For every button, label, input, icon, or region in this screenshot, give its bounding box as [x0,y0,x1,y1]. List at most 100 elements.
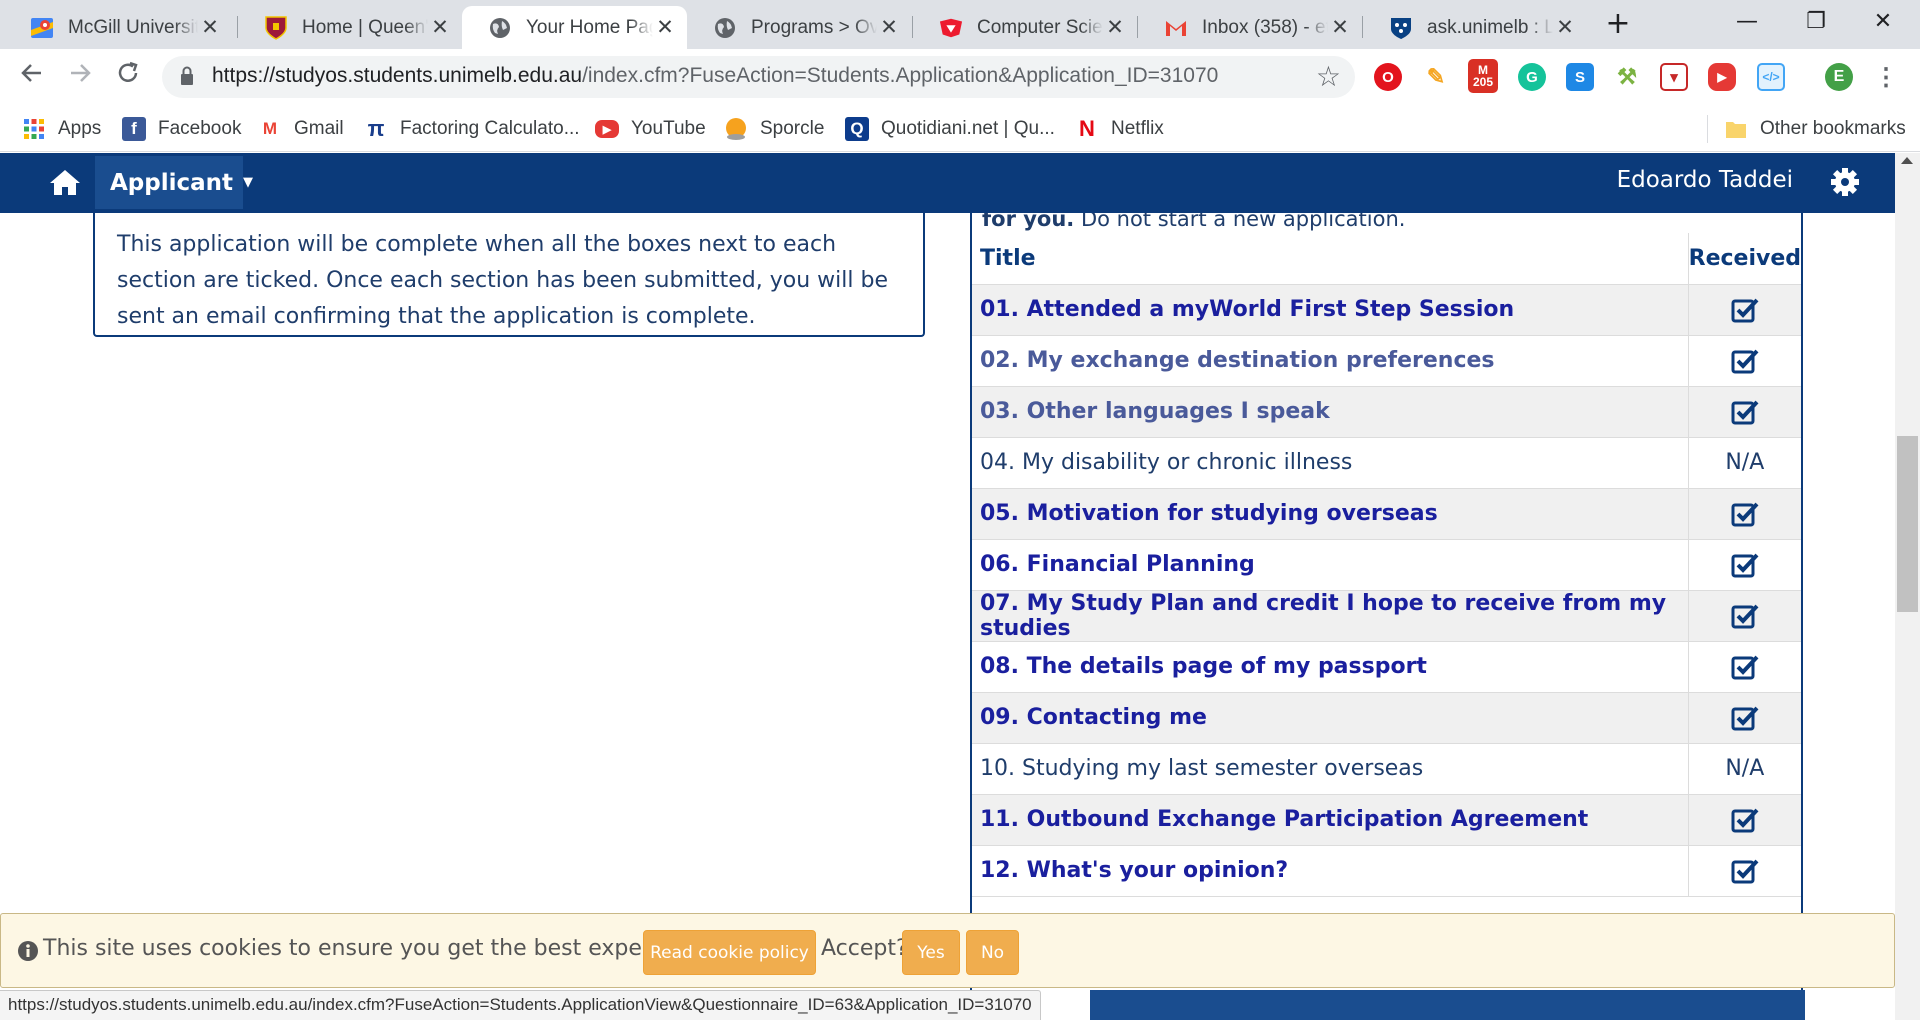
received-cell [1687,641,1801,693]
forward-button[interactable] [60,57,100,97]
application-sections-panel: for you. Do not start a new application.… [970,207,1803,1020]
new-tab-button[interactable]: + [1601,8,1635,42]
cookie-yes-button[interactable]: Yes [902,930,960,975]
section-link[interactable]: 01. Attended a myWorld First Step Sessio… [980,297,1514,322]
tab-mcgill[interactable]: McGill University ✕ [4,6,232,49]
bookmark-other[interactable]: Other bookmarks [1724,115,1906,143]
table-row: 05. Motivation for studying overseas [972,488,1801,540]
hammer-icon[interactable]: ⚒ [1613,63,1641,91]
section-link[interactable]: 02. My exchange destination preferences [980,348,1495,373]
bookmark-star-icon[interactable]: ☆ [1316,60,1341,93]
section-link[interactable]: 03. Other languages I speak [980,399,1330,424]
close-icon[interactable]: ✕ [1553,15,1577,40]
close-window-button[interactable]: ✕ [1853,4,1913,40]
section-link[interactable]: 05. Motivation for studying overseas [980,501,1438,526]
back-button[interactable] [12,57,52,97]
applicant-dropdown[interactable]: Applicant ▼ [95,156,253,209]
globe-icon [713,16,737,40]
more-menu-icon[interactable]: ⋮ [1872,63,1900,91]
youtube-extension-icon[interactable]: ▶ [1708,63,1736,91]
queens-crest-icon [264,15,288,40]
bookmark-sporcle[interactable]: Sporcle [724,115,824,143]
bookmark-label: Quotidiani.net | Qu... [881,118,1055,139]
column-header-title: Title [972,233,1689,285]
bookmark-label: Factoring Calculato... [400,118,580,139]
scrollbar-thumb[interactable] [1897,436,1918,612]
user-name[interactable]: Edoardo Taddei [1617,167,1793,193]
cookie-no-button[interactable]: No [966,930,1019,975]
checkbox-checked-icon [1730,295,1760,325]
minimize-button[interactable]: — [1717,4,1777,40]
tab-programs[interactable]: Programs > Overview ✕ [687,6,911,49]
apps-grid-icon [22,117,46,141]
tab-title: Computer Science [977,16,1103,38]
page-scrollbar[interactable] [1895,153,1920,1020]
section-link[interactable]: 08. The details page of my passport [980,654,1427,679]
section-title: 10. Studying my last semester overseas [980,756,1424,781]
tab-strip: McGill University ✕ Home | Queen's ✕ You… [0,0,1920,49]
scroll-up-arrow-icon[interactable] [1901,157,1913,164]
bookmark-netflix[interactable]: N Netflix [1075,115,1164,143]
bookmark-facebook[interactable]: f Facebook [122,115,241,143]
restore-button[interactable]: ❐ [1786,4,1846,40]
close-icon[interactable]: ✕ [1328,15,1352,40]
bookmark-youtube[interactable]: ▶ YouTube [595,115,706,143]
close-icon[interactable]: ✕ [1103,15,1127,40]
received-cell [1687,845,1801,897]
tab-title: Your Home Page [526,16,653,38]
address-bar[interactable]: https://studyos.students.unimelb.edu.au/… [162,56,1355,98]
section-title-cell: 06. Financial Planning [972,539,1689,591]
reload-button[interactable] [108,57,148,97]
close-icon[interactable]: ✕ [653,15,677,40]
sections-table: Title Received 01. Attended a myWorld Fi… [972,233,1801,897]
url-path: /index.cfm?FuseAction=Students.Applicati… [582,64,1219,87]
section-title-cell: 11. Outbound Exchange Participation Agre… [972,794,1689,846]
section-link[interactable]: 07. My Study Plan and credit I hope to r… [980,591,1666,641]
checkbox-checked-icon [1730,550,1760,580]
tab-queens[interactable]: Home | Queen's ✕ [238,6,462,49]
opera-vpn-icon[interactable]: O [1374,63,1402,91]
profile-avatar[interactable]: E [1825,63,1853,91]
tab-computer-science[interactable]: Computer Science ✕ [913,6,1137,49]
table-row: 01. Attended a myWorld First Step Sessio… [972,284,1801,336]
settings-button[interactable] [1830,167,1860,197]
close-icon[interactable]: ✕ [198,15,222,40]
tab-home-page[interactable]: Your Home Page ✕ [462,6,687,49]
unimelb-crest-icon [1389,16,1413,40]
section-link[interactable]: 12. What's your opinion? [980,858,1288,883]
bookmark-factoring-calculator[interactable]: π Factoring Calculato... [364,115,580,143]
close-icon[interactable]: ✕ [877,15,901,40]
bookmark-quotidiani[interactable]: Q Quotidiani.net | Qu... [845,115,1055,143]
tab-title: ask.unimelb : Live [1427,16,1553,38]
section-title: 04. My disability or chronic illness [980,450,1353,475]
close-icon[interactable]: ✕ [428,15,452,40]
bookmark-label: Netflix [1111,118,1164,139]
gmail-icon: M [262,119,278,138]
bookmark-apps[interactable]: Apps [22,115,101,143]
mcgill-crest-icon [939,16,963,40]
table-row: 11. Outbound Exchange Participation Agre… [972,794,1801,846]
read-cookie-policy-button[interactable]: Read cookie policy [643,930,816,975]
checkbox-checked-icon [1730,601,1760,631]
section-title-cell: 09. Contacting me [972,692,1689,744]
code-view-icon[interactable]: </> [1757,63,1785,91]
grammarly-icon[interactable]: G [1518,63,1546,91]
bookmark-label: Apps [58,118,102,139]
save-page-icon[interactable]: ▾ [1660,63,1688,91]
tab-ask-unimelb[interactable]: ask.unimelb : Live ✕ [1363,6,1587,49]
sporcle-icon [724,117,748,141]
arrow-right-icon [71,64,91,82]
section-title-cell: 07. My Study Plan and credit I hope to r… [972,590,1689,642]
skype-icon[interactable]: S [1566,63,1594,91]
section-link[interactable]: 11. Outbound Exchange Participation Agre… [980,807,1588,832]
gmail-checker-icon[interactable]: M 205 [1468,59,1498,93]
pencil-icon[interactable]: ✎ [1422,63,1450,91]
bookmark-gmail[interactable]: M Gmail [258,115,344,143]
completion-info-text: This application will be complete when a… [117,232,888,329]
tab-title: Inbox (358) - eta [1202,16,1328,38]
section-link[interactable]: 06. Financial Planning [980,552,1255,577]
tab-inbox[interactable]: Inbox (358) - eta ✕ [1138,6,1362,49]
table-row: 09. Contacting me [972,692,1801,744]
section-link[interactable]: 09. Contacting me [980,705,1207,730]
home-button[interactable] [48,167,82,197]
